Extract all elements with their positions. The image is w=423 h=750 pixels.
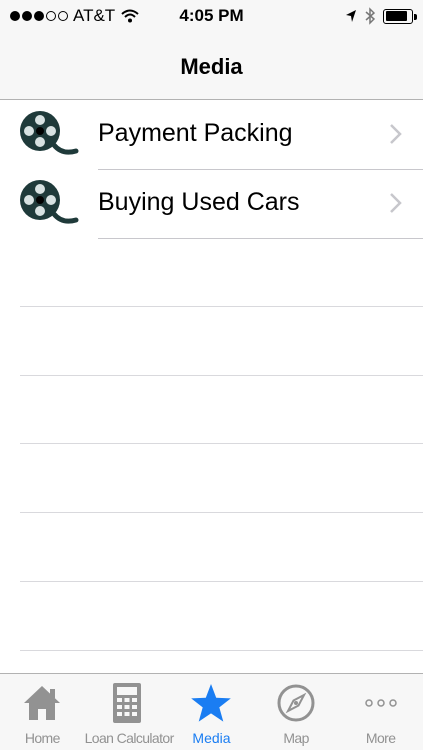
location-arrow-icon bbox=[346, 10, 356, 22]
status-right bbox=[345, 7, 417, 25]
empty-row-separator bbox=[20, 306, 423, 307]
list-item-label: Payment Packing bbox=[98, 119, 293, 147]
tab-media[interactable]: Media bbox=[169, 674, 254, 750]
tab-more[interactable]: More bbox=[338, 674, 423, 750]
calculator-icon bbox=[112, 683, 141, 723]
battery-icon bbox=[383, 8, 417, 24]
list-item-buying-used-cars[interactable]: Buying Used Cars bbox=[0, 170, 423, 239]
empty-row-separator bbox=[20, 581, 423, 582]
film-reel-icon bbox=[20, 180, 79, 224]
tab-label: Home bbox=[24, 730, 61, 746]
tab-bar: Home Loan Calculator Media Map More bbox=[0, 673, 423, 750]
compass-icon bbox=[277, 684, 315, 722]
empty-row-separator bbox=[20, 512, 423, 513]
status-bar: AT&T 4:05 PM bbox=[0, 0, 423, 34]
empty-row-separator bbox=[20, 375, 423, 376]
tab-label: Map bbox=[283, 730, 309, 746]
home-icon bbox=[24, 686, 61, 720]
list-item-label: Buying Used Cars bbox=[98, 188, 300, 216]
list-item-payment-packing[interactable]: Payment Packing bbox=[0, 101, 423, 170]
empty-row-separator bbox=[20, 650, 423, 651]
tab-label: Loan Calculator bbox=[84, 730, 175, 746]
chevron-right-icon bbox=[390, 124, 402, 144]
tab-label: More bbox=[365, 730, 396, 746]
navigation-bar: Media bbox=[0, 34, 423, 100]
bluetooth-icon bbox=[365, 7, 375, 25]
star-icon bbox=[191, 684, 232, 722]
tab-home[interactable]: Home bbox=[0, 674, 85, 750]
chevron-right-icon bbox=[390, 193, 402, 213]
media-list: Payment Packing Buying Used Cars bbox=[0, 101, 423, 239]
empty-row-separator bbox=[20, 443, 423, 444]
tab-label: Media bbox=[192, 730, 231, 746]
tab-map[interactable]: Map bbox=[254, 674, 339, 750]
film-reel-icon bbox=[20, 111, 79, 155]
more-dots-icon bbox=[364, 699, 397, 707]
tab-loan-calculator[interactable]: Loan Calculator bbox=[84, 674, 175, 750]
page-title: Media bbox=[180, 54, 243, 79]
